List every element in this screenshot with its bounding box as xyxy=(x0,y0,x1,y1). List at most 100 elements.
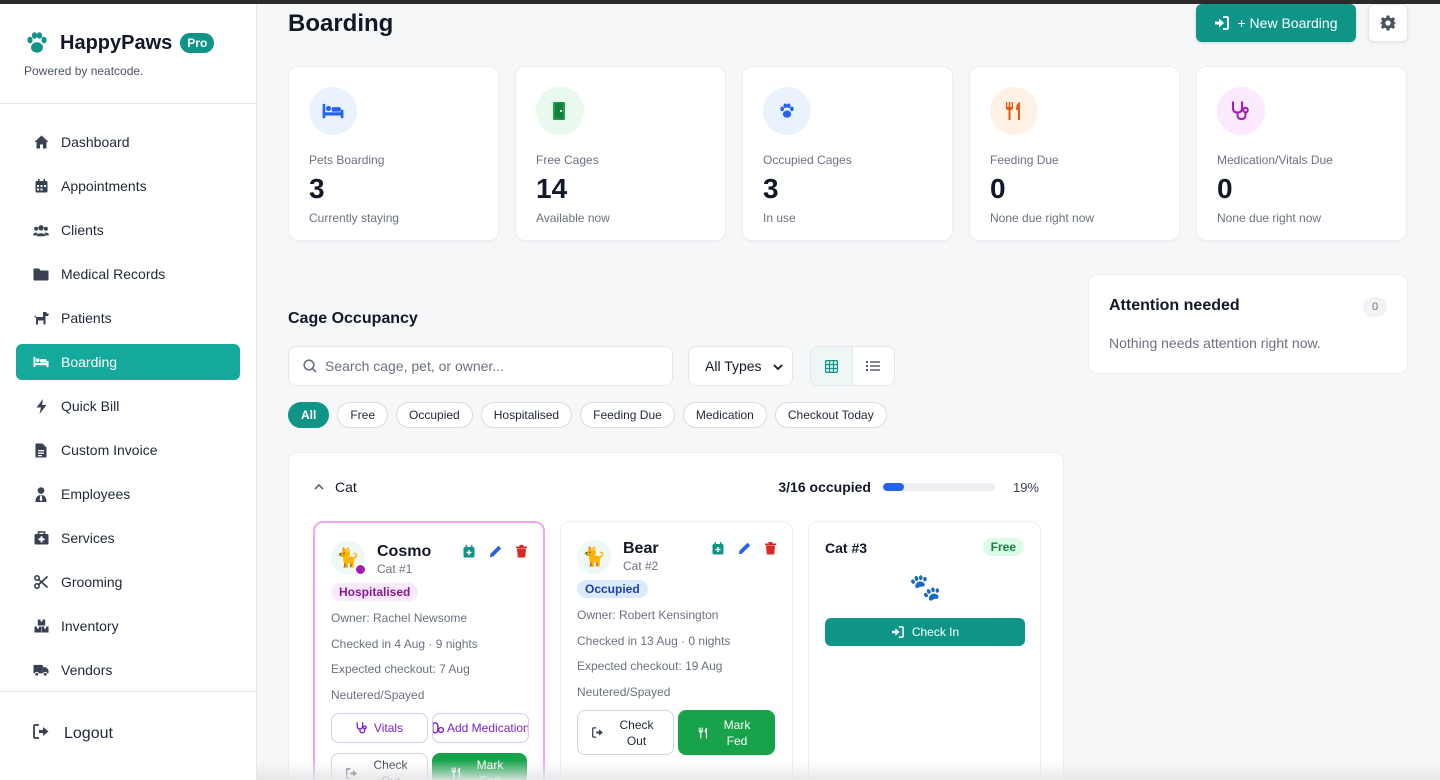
check-out-button[interactable]: Check Out xyxy=(331,753,428,780)
grid-view-button[interactable] xyxy=(811,347,853,385)
add-medication-button[interactable]: Add Medication xyxy=(432,713,529,743)
edit-pencil-icon[interactable] xyxy=(489,545,502,558)
sidebar-item-label: Custom Invoice xyxy=(61,442,158,458)
cage-card-cosmo[interactable]: 🐈 Cosmo Cat #1 Hospitalised Owner: Rache… xyxy=(313,521,545,780)
stat-value: 14 xyxy=(536,173,568,204)
paw-prints-icon: 🐾 xyxy=(909,572,942,602)
sidebar-item-vendors[interactable]: Vendors xyxy=(16,652,240,688)
new-boarding-button[interactable]: + New Boarding xyxy=(1196,4,1356,42)
sidebar-divider xyxy=(0,103,256,104)
gear-icon xyxy=(1380,15,1396,31)
stat-label: Pets Boarding xyxy=(309,153,385,167)
search-box xyxy=(288,346,673,386)
brand-name: HappyPaws xyxy=(60,31,173,54)
mark-fed-button[interactable]: Mark Fed xyxy=(432,753,527,780)
card-button-row: Check Out Mark Fed xyxy=(577,710,775,755)
stat-label: Feeding Due xyxy=(990,153,1059,167)
stat-card-feeding-due: Feeding Due 0 None due right now xyxy=(969,66,1180,241)
sidebar-item-label: Clients xyxy=(61,222,104,238)
filter-chip-all[interactable]: All xyxy=(288,402,330,428)
occupancy-summary: 3/16 occupied 19% xyxy=(778,479,1039,495)
attention-message: Nothing needs attention right now. xyxy=(1109,335,1321,351)
sidebar-item-label: Employees xyxy=(61,486,131,502)
sidebar-item-medical-records[interactable]: Medical Records xyxy=(16,256,240,292)
edit-pencil-icon[interactable] xyxy=(738,542,751,555)
cage-group-toggle[interactable]: Cat xyxy=(313,479,357,495)
attention-count-badge: 0 xyxy=(1363,297,1387,317)
sidebar-item-grooming[interactable]: Grooming xyxy=(16,564,240,600)
brand[interactable]: HappyPaws Pro xyxy=(24,30,215,56)
paw-logo-icon xyxy=(27,32,47,53)
attention-panel: Attention needed 0 Nothing needs attenti… xyxy=(1088,274,1408,374)
stat-label: Free Cages xyxy=(536,153,599,167)
boxes-icon xyxy=(33,618,49,634)
powered-by: Powered by neatcode. xyxy=(24,64,144,78)
filter-chip-hospitalised[interactable]: Hospitalised xyxy=(480,402,573,428)
sidebar-item-dashboard[interactable]: Dashboard xyxy=(16,124,240,160)
filter-chips: All Free Occupied Hospitalised Feeding D… xyxy=(288,402,887,428)
owner-text: Owner: Rachel Newsome xyxy=(331,611,468,625)
occupancy-progress-bar xyxy=(882,483,995,491)
mark-fed-button[interactable]: Mark Fed xyxy=(678,710,775,755)
occupancy-progress-fill xyxy=(882,483,905,491)
sidebar-item-label: Boarding xyxy=(61,354,118,370)
sidebar-item-inventory[interactable]: Inventory xyxy=(16,608,240,644)
check-out-label: Check Out xyxy=(619,717,654,748)
view-toggle xyxy=(810,346,895,386)
logout-button[interactable]: Logout xyxy=(33,724,113,744)
sign-out-icon xyxy=(345,767,357,779)
cage-label: Cat #3 xyxy=(825,540,868,556)
search-input[interactable] xyxy=(325,358,655,374)
add-medication-label: Add Medication xyxy=(447,721,529,735)
stat-value: 0 xyxy=(990,173,1006,204)
sidebar-item-label: Medical Records xyxy=(61,266,166,282)
sidebar-item-label: Dashboard xyxy=(61,134,130,150)
sidebar-item-label: Services xyxy=(61,530,115,546)
cage-card-bear[interactable]: 🐈 Bear Cat #2 Occupied Owner: Robert Ken… xyxy=(560,521,793,780)
sidebar-item-custom-invoice[interactable]: Custom Invoice xyxy=(16,432,240,468)
bed-icon xyxy=(309,87,357,135)
filter-chip-medication[interactable]: Medication xyxy=(682,402,767,428)
neutered-text: Neutered/Spayed xyxy=(577,685,671,699)
filter-chip-free[interactable]: Free xyxy=(337,402,389,428)
occupancy-count: 3/16 occupied xyxy=(778,479,871,495)
trash-icon[interactable] xyxy=(516,545,527,558)
filter-chip-feeding-due[interactable]: Feeding Due xyxy=(580,402,675,428)
sidebar-item-appointments[interactable]: Appointments xyxy=(16,168,240,204)
sidebar-item-clients[interactable]: Clients xyxy=(16,212,240,248)
attention-title: Attention needed xyxy=(1109,297,1240,314)
sign-in-icon xyxy=(891,626,904,638)
stethoscope-icon xyxy=(1217,87,1265,135)
sidebar-item-label: Inventory xyxy=(61,618,119,634)
calendar-plus-icon[interactable] xyxy=(463,545,475,558)
sidebar-item-patients[interactable]: Patients xyxy=(16,300,240,336)
type-select[interactable]: All Types xyxy=(688,346,793,386)
status-badge: Hospitalised xyxy=(331,583,419,601)
sign-in-icon xyxy=(1215,16,1230,30)
vitals-button[interactable]: Vitals xyxy=(331,713,428,743)
stat-subtext: In use xyxy=(763,211,796,225)
mark-fed-label: Mark Fed xyxy=(476,758,504,780)
mark-fed-label: Mark Fed xyxy=(723,717,751,748)
stat-card-pets-boarding: Pets Boarding 3 Currently staying xyxy=(288,66,499,241)
stat-card-occupied-cages: Occupied Cages 3 In use xyxy=(742,66,953,241)
filter-chip-occupied[interactable]: Occupied xyxy=(396,402,473,428)
pills-icon xyxy=(433,722,444,734)
check-out-button[interactable]: Check Out xyxy=(577,710,674,755)
settings-button[interactable] xyxy=(1368,4,1408,42)
trash-icon[interactable] xyxy=(765,542,776,555)
pet-name: Bear xyxy=(623,540,659,557)
sidebar-item-boarding[interactable]: Boarding xyxy=(16,344,240,380)
type-select-value: All Types xyxy=(705,358,762,374)
expected-checkout-text: Expected checkout: 19 Aug xyxy=(577,659,723,673)
sidebar-item-quick-bill[interactable]: Quick Bill xyxy=(16,388,240,424)
check-in-button[interactable]: Check In xyxy=(825,618,1025,646)
filter-chip-checkout-today[interactable]: Checkout Today xyxy=(774,402,887,428)
door-open-icon xyxy=(536,87,584,135)
page-title: Boarding xyxy=(288,10,394,37)
list-view-button[interactable] xyxy=(853,347,895,385)
dog-icon xyxy=(33,310,49,326)
sidebar-item-employees[interactable]: Employees xyxy=(16,476,240,512)
calendar-plus-icon[interactable] xyxy=(712,542,724,555)
sidebar-item-services[interactable]: Services xyxy=(16,520,240,556)
